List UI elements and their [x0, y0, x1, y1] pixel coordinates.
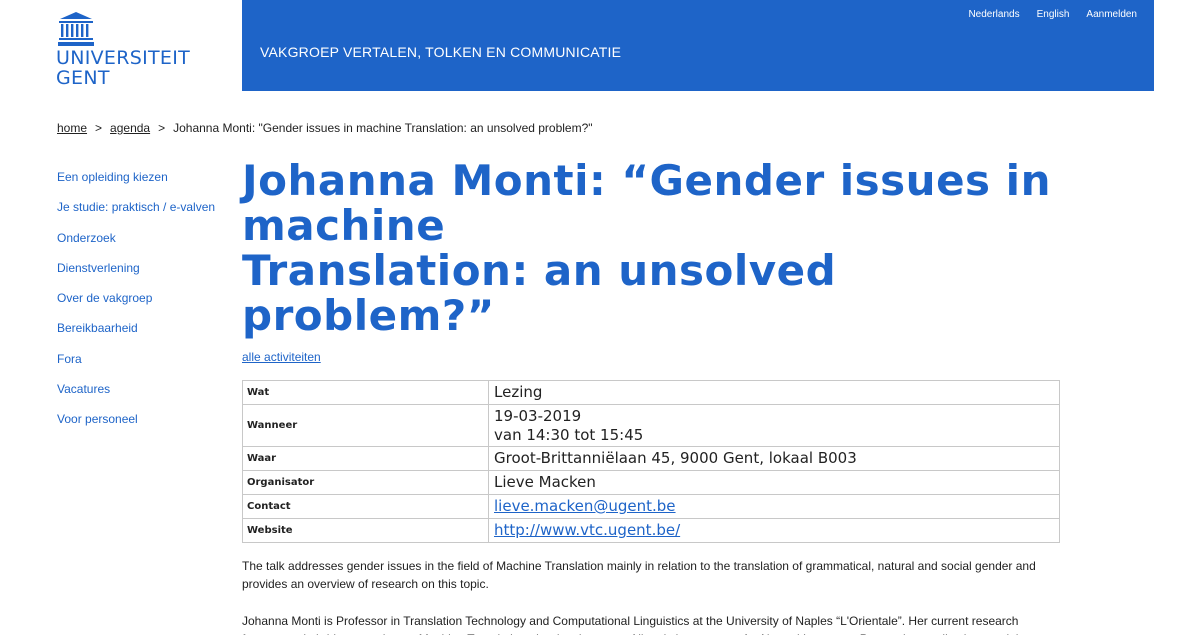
- sidebar-item-vacatures[interactable]: Vacatures: [57, 382, 215, 412]
- event-time: van 14:30 tot 15:45: [494, 425, 644, 444]
- info-row-waar: Waar Groot-Brittanniëlaan 45, 9000 Gent,…: [242, 446, 1060, 471]
- breadcrumb-home[interactable]: home: [57, 121, 87, 135]
- sidebar-item-bereikbaarheid[interactable]: Bereikbaarheid: [57, 321, 215, 351]
- info-value-when: 19-03-2019 van 14:30 tot 15:45: [488, 404, 1060, 447]
- contact-email-link[interactable]: lieve.macken@ugent.be: [494, 497, 676, 515]
- info-value-type: Lezing: [488, 380, 1060, 405]
- sidebar-item-over-vakgroep[interactable]: Over de vakgroep: [57, 291, 215, 321]
- language-link-en[interactable]: English: [1037, 9, 1070, 20]
- sidebar-item-dienstverlening[interactable]: Dienstverlening: [57, 261, 215, 291]
- main-content: Johanna Monti: “Gender issues in machine…: [242, 158, 1062, 635]
- info-value-organizer: Lieve Macken: [488, 470, 1060, 495]
- sidebar-item-personeel[interactable]: Voor personeel: [57, 412, 215, 442]
- website-link[interactable]: http://www.vtc.ugent.be/: [494, 521, 680, 539]
- breadcrumb-separator: >: [158, 121, 166, 135]
- description-paragraph: The talk addresses gender issues in the …: [242, 559, 1036, 591]
- sidebar-item-opleiding[interactable]: Een opleiding kiezen: [57, 170, 215, 200]
- logo-text-line1: UNIVERSITEIT: [56, 47, 191, 69]
- info-label: Website: [242, 518, 489, 543]
- utility-nav: Nederlands English Aanmelden: [968, 9, 1137, 20]
- info-label: Waar: [242, 446, 489, 471]
- info-value-location: Groot-Brittanniëlaan 45, 9000 Gent, loka…: [488, 446, 1060, 471]
- login-link[interactable]: Aanmelden: [1086, 9, 1137, 20]
- breadcrumb-current: Johanna Monti: "Gender issues in machine…: [173, 121, 593, 135]
- sidebar-item-fora[interactable]: Fora: [57, 352, 215, 382]
- info-row-contact: Contact lieve.macken@ugent.be: [242, 494, 1060, 519]
- info-label: Organisator: [242, 470, 489, 495]
- header-band: Nederlands English Aanmelden VAKGROEP VE…: [242, 0, 1154, 91]
- logo-text-line2: GENT: [56, 67, 110, 89]
- sidebar-item-onderzoek[interactable]: Onderzoek: [57, 231, 215, 261]
- info-label: Contact: [242, 494, 489, 519]
- all-activities-link[interactable]: alle activiteiten: [242, 350, 321, 364]
- info-row-organisator: Organisator Lieve Macken: [242, 470, 1060, 495]
- page-title: Johanna Monti: “Gender issues in machine…: [242, 158, 1062, 338]
- info-row-website: Website http://www.vtc.ugent.be/: [242, 518, 1060, 543]
- event-info-table: Wat Lezing Wanneer 19-03-2019 van 14:30 …: [242, 380, 1060, 543]
- page-title-line2: Translation: an unsolved problem?”: [242, 246, 837, 340]
- info-value-website: http://www.vtc.ugent.be/: [488, 518, 1060, 543]
- page-title-line1: Johanna Monti: “Gender issues in machine: [242, 156, 1051, 250]
- university-building-icon: [58, 12, 94, 46]
- university-logo[interactable]: UNIVERSITEIT GENT: [56, 12, 191, 92]
- info-label: Wanneer: [242, 404, 489, 447]
- department-title[interactable]: VAKGROEP VERTALEN, TOLKEN EN COMMUNICATI…: [260, 44, 621, 60]
- info-value-contact: lieve.macken@ugent.be: [488, 494, 1060, 519]
- info-row-wanneer: Wanneer 19-03-2019 van 14:30 tot 15:45: [242, 404, 1060, 447]
- breadcrumb-agenda[interactable]: agenda: [110, 121, 150, 135]
- info-row-wat: Wat Lezing: [242, 380, 1060, 405]
- breadcrumb: home > agenda > Johanna Monti: "Gender i…: [57, 121, 593, 135]
- language-link-nl[interactable]: Nederlands: [968, 9, 1019, 20]
- sidebar-nav: Een opleiding kiezen Je studie: praktisc…: [57, 170, 215, 443]
- breadcrumb-separator: >: [95, 121, 103, 135]
- info-label: Wat: [242, 380, 489, 405]
- event-date: 19-03-2019: [494, 406, 582, 425]
- bio-paragraph: Johanna Monti is Professor in Translatio…: [242, 614, 1029, 635]
- sidebar-item-studie[interactable]: Je studie: praktisch / e-valven: [57, 200, 215, 230]
